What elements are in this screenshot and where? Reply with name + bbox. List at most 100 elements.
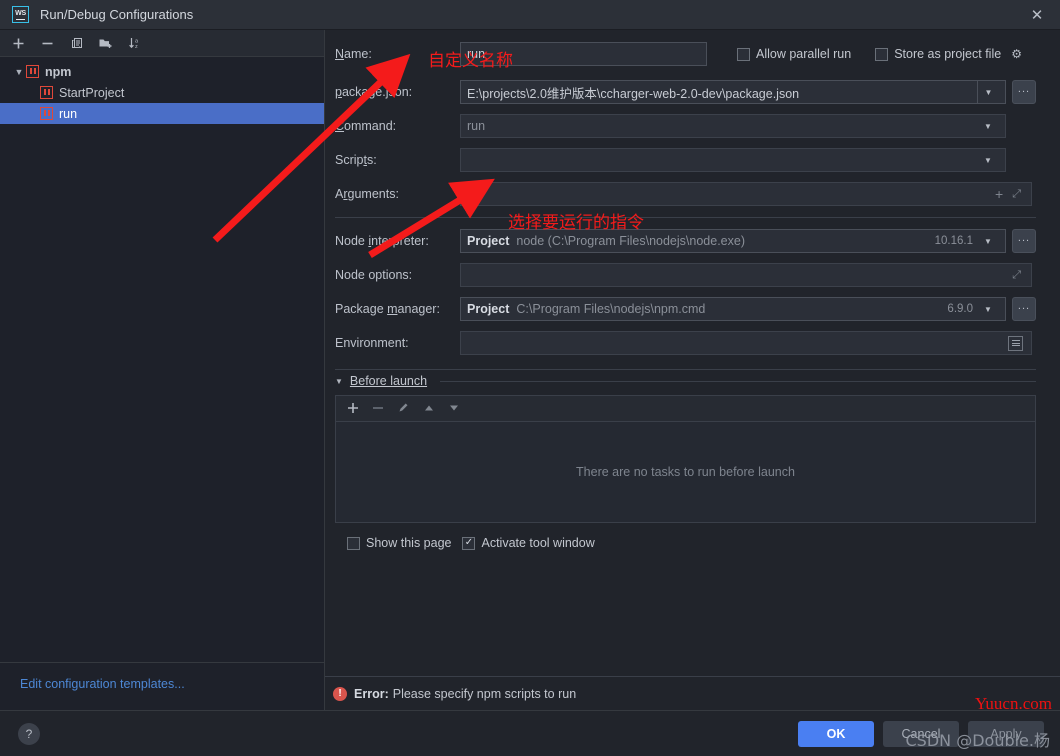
show-this-page-checkbox[interactable]: Show this page bbox=[347, 536, 451, 550]
node-options-input[interactable]: ⤢ bbox=[460, 263, 1032, 287]
run-debug-configurations-dialog: WS Run/Debug Configurations ✕ a z ▼ npm … bbox=[0, 0, 1060, 756]
node-interpreter-version: 10.16.1 bbox=[934, 235, 973, 247]
dialog-body: a z ▼ npm StartProject run Edit configur… bbox=[0, 30, 1060, 710]
webstorm-icon: WS bbox=[12, 6, 29, 23]
package-json-combo[interactable]: E:\projects\2.0维护版本\ccharger-web-2.0-dev… bbox=[460, 80, 1006, 104]
node-interpreter-scope: Project bbox=[467, 234, 510, 248]
before-launch-rule bbox=[440, 380, 1036, 382]
allow-parallel-run-checkbox[interactable]: Allow parallel run bbox=[737, 47, 851, 61]
add-configuration-button[interactable] bbox=[10, 35, 27, 52]
tree-item-startproject[interactable]: StartProject bbox=[0, 82, 324, 103]
arguments-input[interactable]: + ⤢ bbox=[460, 182, 1032, 206]
before-launch-tasks-box: There are no tasks to run before launch bbox=[335, 395, 1036, 523]
tree-item-label: run bbox=[59, 106, 78, 121]
chevron-down-icon[interactable]: ▼ bbox=[977, 114, 999, 138]
activate-tool-window-label: Activate tool window bbox=[481, 536, 595, 550]
node-interpreter-label: Node interpreter: bbox=[335, 234, 429, 248]
npm-icon bbox=[40, 86, 53, 99]
watermark-grey: CSDN @Double.杨 bbox=[905, 731, 1051, 750]
sort-configurations-button[interactable]: a z bbox=[126, 35, 143, 52]
edit-configuration-templates-link[interactable]: Edit configuration templates... bbox=[20, 677, 185, 691]
command-label: Command: bbox=[335, 119, 397, 133]
configurations-panel: a z ▼ npm StartProject run Edit configur… bbox=[0, 30, 325, 710]
add-task-button[interactable] bbox=[347, 402, 359, 416]
chevron-down-icon[interactable]: ▼ bbox=[977, 80, 999, 104]
checkbox-box[interactable]: ✓ bbox=[462, 536, 476, 550]
form-divider bbox=[335, 217, 1036, 218]
node-interpreter-browse-button[interactable]: ... bbox=[1012, 229, 1036, 253]
tree-item-npm[interactable]: ▼ npm bbox=[0, 61, 324, 82]
npm-icon bbox=[26, 65, 39, 78]
before-launch-header[interactable]: ▼ Before launch bbox=[335, 374, 1036, 388]
package-json-value: E:\projects\2.0维护版本\ccharger-web-2.0-dev… bbox=[467, 86, 800, 101]
configuration-form-panel: NName:ame: run Allow parallel run Store … bbox=[325, 30, 1060, 710]
error-message: Please specify npm scripts to run bbox=[392, 686, 577, 701]
show-this-page-label: Show this page bbox=[366, 536, 452, 550]
error-status-bar: ! Error: Please specify npm scripts to r… bbox=[325, 676, 1060, 710]
node-options-label: Node options: bbox=[335, 268, 413, 282]
dialog-footer: ? OK Cancel Apply bbox=[0, 710, 1060, 756]
store-as-project-file-checkbox[interactable]: Store as project file ⚙ bbox=[875, 47, 1022, 61]
chevron-down-icon[interactable]: ▼ bbox=[977, 229, 999, 253]
watermark-red: Yuucn.com bbox=[975, 694, 1052, 713]
package-json-browse-button[interactable]: ... bbox=[1012, 80, 1036, 104]
edit-task-button[interactable] bbox=[397, 401, 410, 416]
move-task-up-button[interactable] bbox=[423, 402, 435, 416]
before-launch-empty-text: There are no tasks to run before launch bbox=[576, 465, 795, 479]
command-value: run bbox=[467, 119, 486, 133]
name-input[interactable]: run bbox=[460, 42, 707, 66]
environment-input[interactable] bbox=[460, 331, 1032, 355]
package-manager-value: C:\Program Files\nodejs\npm.cmd bbox=[516, 302, 706, 316]
configurations-toolbar: a z bbox=[0, 30, 324, 57]
before-launch-divider bbox=[335, 369, 1036, 370]
tree-item-label: StartProject bbox=[59, 85, 125, 100]
svg-text:z: z bbox=[135, 44, 138, 50]
expand-icon[interactable]: ⤢ bbox=[1008, 188, 1025, 201]
allow-parallel-run-label: Allow parallel run bbox=[756, 47, 852, 61]
error-prefix: Error: bbox=[354, 686, 389, 701]
copy-configuration-button[interactable] bbox=[68, 35, 85, 52]
name-input-value: run bbox=[467, 47, 486, 61]
save-folder-button[interactable] bbox=[97, 35, 114, 52]
npm-icon bbox=[40, 107, 53, 120]
remove-configuration-button[interactable] bbox=[39, 35, 56, 52]
store-as-project-file-label: Store as project file bbox=[894, 47, 1002, 61]
chevron-down-icon[interactable]: ▼ bbox=[977, 297, 999, 321]
scripts-label: Scripts: bbox=[335, 153, 377, 167]
gear-icon[interactable]: ⚙ bbox=[1011, 47, 1022, 61]
ok-button[interactable]: OK bbox=[798, 720, 874, 747]
close-icon[interactable]: ✕ bbox=[1014, 0, 1060, 30]
node-interpreter-value: node (C:\Program Files\nodejs\node.exe) bbox=[516, 234, 745, 248]
chevron-down-icon[interactable]: ▼ bbox=[977, 148, 999, 172]
environment-label: Environment: bbox=[335, 336, 409, 350]
checkbox-box[interactable] bbox=[875, 47, 889, 61]
arguments-label: Arguments: bbox=[335, 187, 399, 201]
environment-variables-icon[interactable] bbox=[1008, 335, 1023, 351]
add-argument-icon[interactable]: + bbox=[990, 186, 1008, 202]
expand-icon[interactable]: ⤢ bbox=[1008, 269, 1025, 282]
title-bar: WS Run/Debug Configurations ✕ bbox=[0, 0, 1060, 30]
chevron-down-icon[interactable]: ▼ bbox=[12, 67, 26, 77]
help-button[interactable]: ? bbox=[18, 722, 40, 745]
move-task-down-button[interactable] bbox=[448, 402, 460, 416]
checkbox-box[interactable] bbox=[737, 47, 750, 61]
package-manager-combo[interactable]: Project C:\Program Files\nodejs\npm.cmd … bbox=[460, 297, 1006, 321]
node-interpreter-combo[interactable]: Project node (C:\Program Files\nodejs\no… bbox=[460, 229, 1006, 253]
activate-tool-window-checkbox[interactable]: ✓ Activate tool window bbox=[462, 536, 595, 550]
launch-options-row: Show this page ✓ Activate tool window bbox=[335, 536, 1036, 550]
remove-task-button[interactable] bbox=[372, 402, 384, 416]
before-launch-title: Before launch bbox=[349, 374, 428, 388]
package-json-label: package.json: bbox=[335, 85, 413, 99]
package-manager-browse-button[interactable]: ... bbox=[1012, 297, 1036, 321]
chevron-down-icon[interactable]: ▼ bbox=[335, 377, 343, 386]
package-manager-scope: Project bbox=[467, 302, 510, 316]
dialog-title: Run/Debug Configurations bbox=[40, 7, 194, 22]
checkbox-box[interactable] bbox=[347, 536, 360, 550]
edit-templates-area: Edit configuration templates... bbox=[0, 662, 324, 710]
configurations-tree: ▼ npm StartProject run bbox=[0, 57, 324, 662]
configuration-form: NName:ame: run Allow parallel run Store … bbox=[325, 30, 1060, 676]
scripts-combo[interactable]: ▼ bbox=[460, 148, 1006, 172]
command-combo[interactable]: run ▼ bbox=[460, 114, 1006, 138]
name-label: NName:ame: bbox=[335, 47, 372, 61]
tree-item-run[interactable]: run bbox=[0, 103, 324, 124]
